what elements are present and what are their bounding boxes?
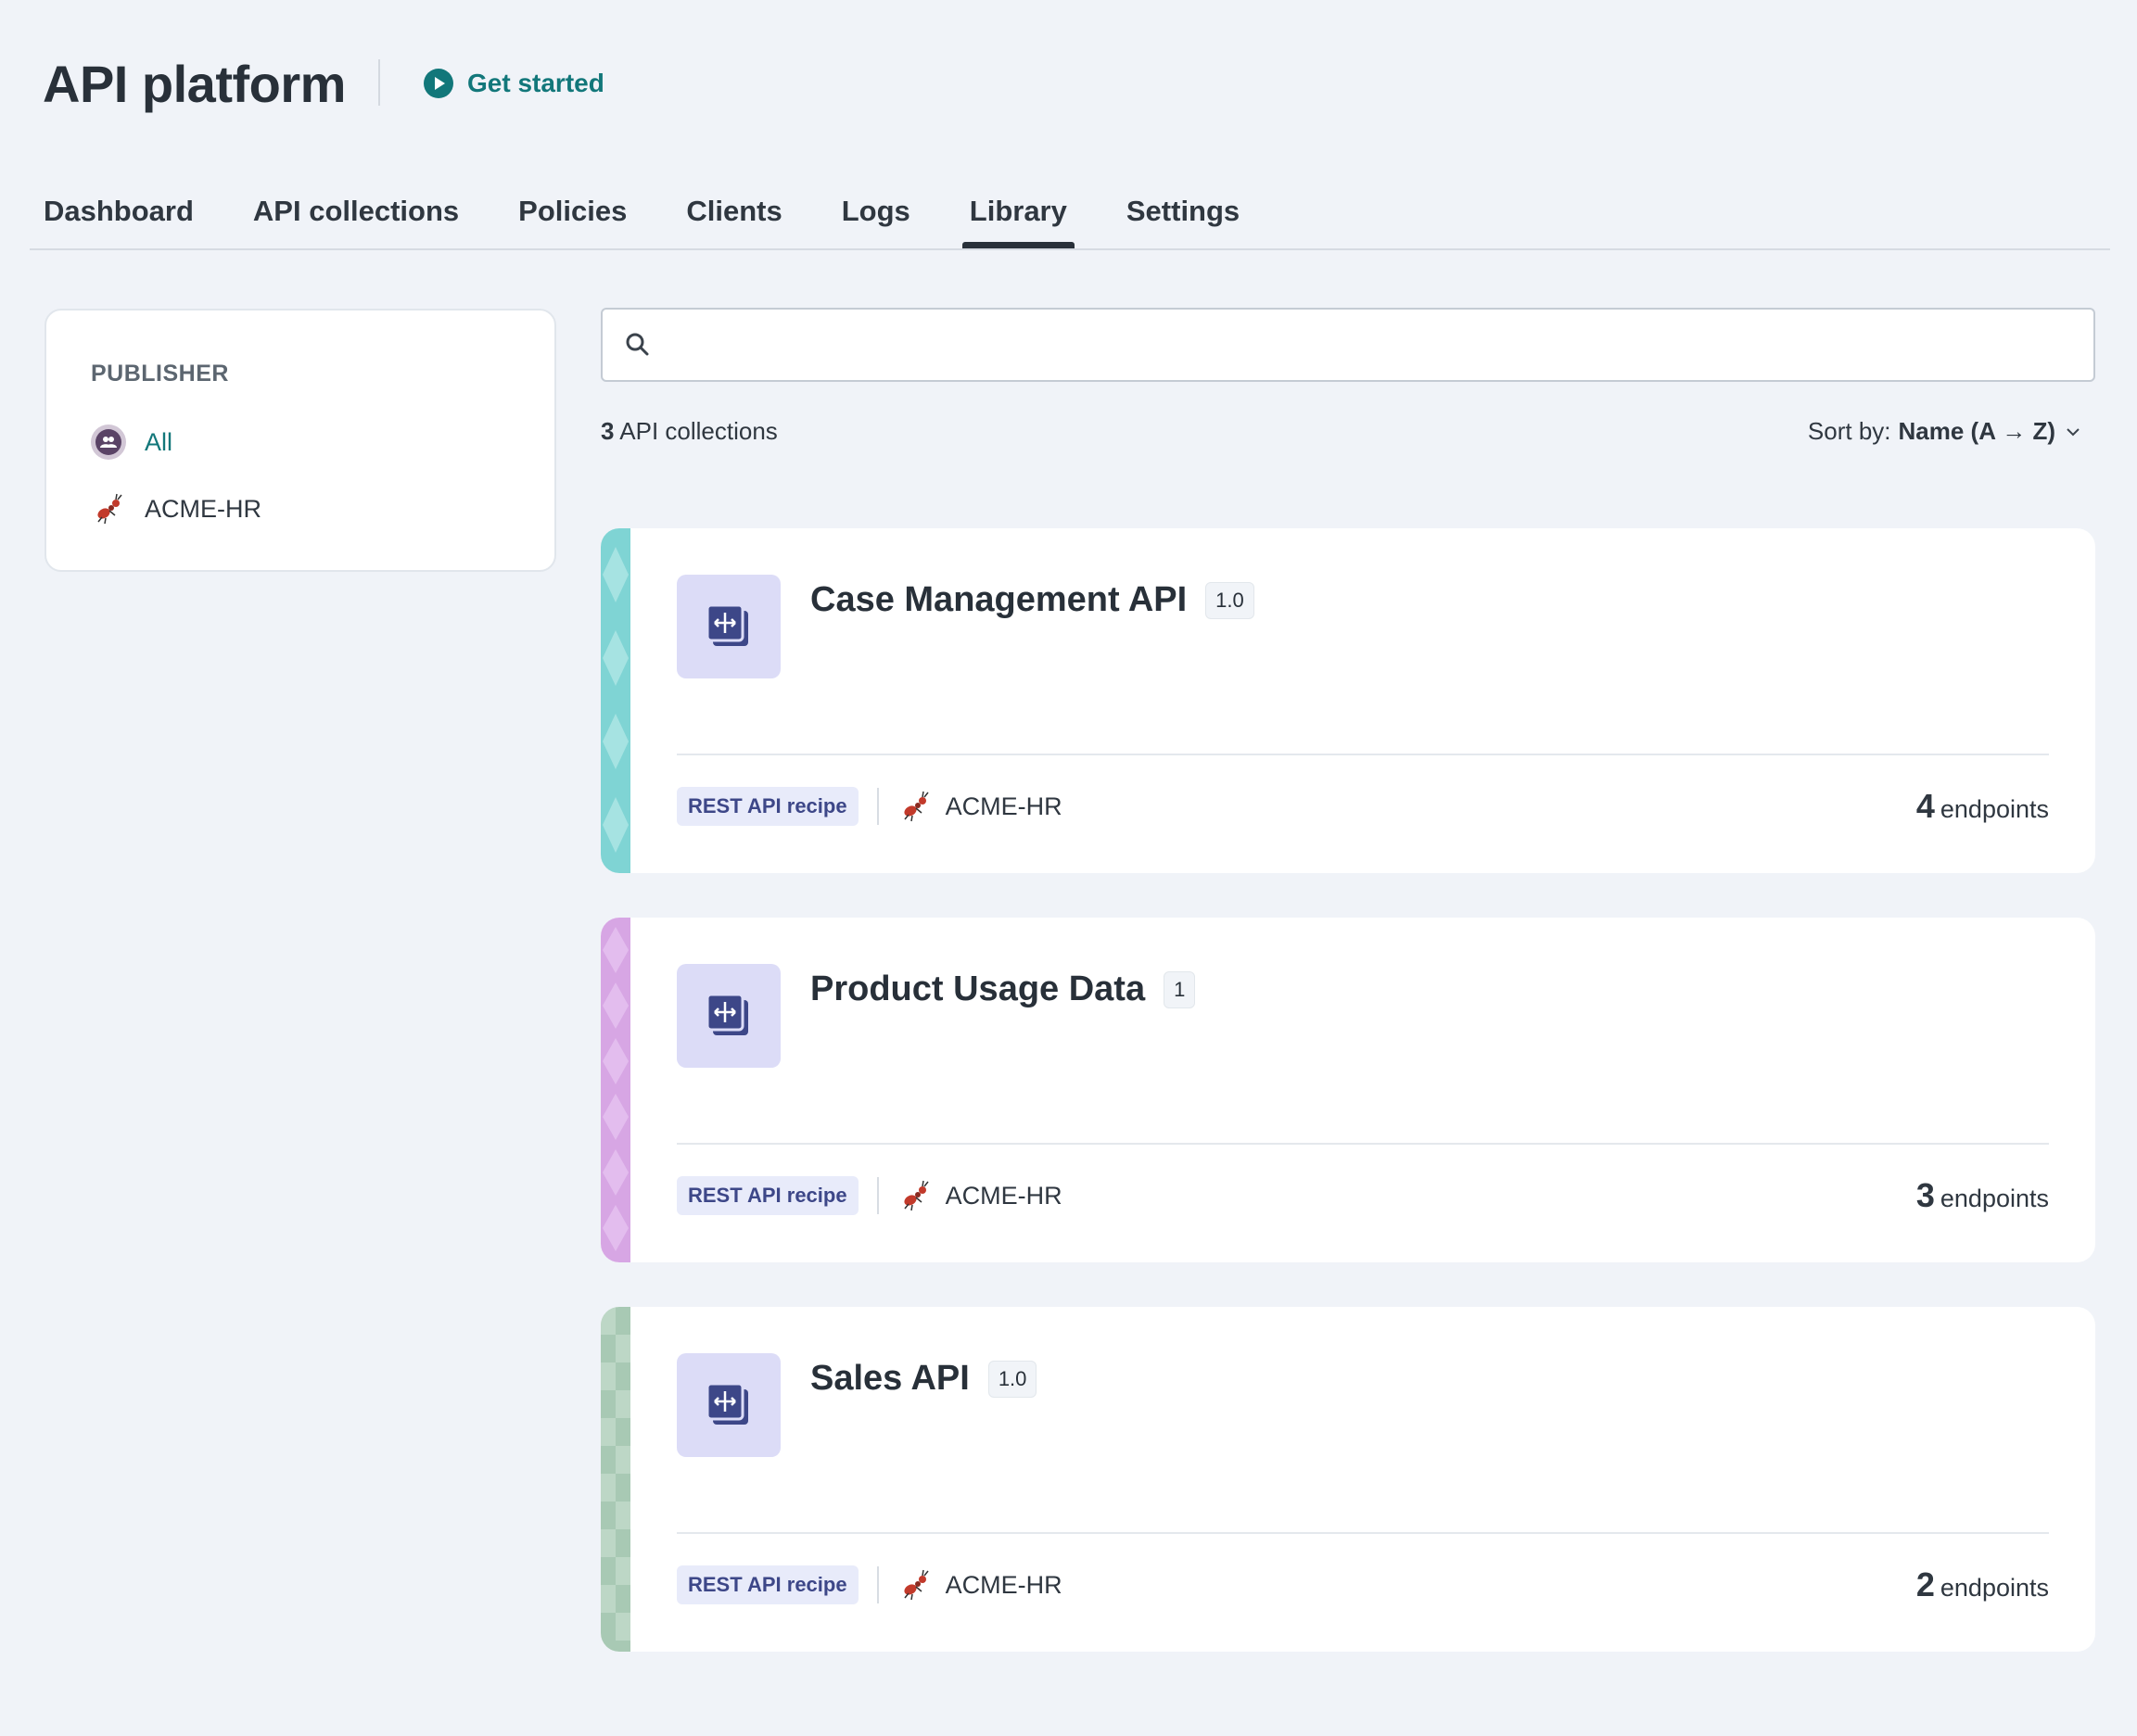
search-icon bbox=[626, 333, 649, 356]
get-started-link[interactable]: Get started bbox=[423, 65, 604, 102]
card-divider bbox=[677, 1532, 2049, 1534]
publisher-filter-panel: PUBLISHER All ACME-HR bbox=[45, 309, 556, 572]
card-title-row: Sales API 1.0 bbox=[810, 1359, 1037, 1399]
endpoints-label: endpoints bbox=[1940, 1574, 2049, 1602]
results-count-label: API collections bbox=[619, 417, 778, 445]
tab-library[interactable]: Library bbox=[961, 185, 1075, 248]
card-divider bbox=[677, 754, 2049, 755]
api-collection-card[interactable]: Case Management API 1.0 REST API recipe … bbox=[601, 528, 2095, 873]
card-publisher: ACME-HR bbox=[897, 1567, 1062, 1603]
card-publisher: ACME-HR bbox=[897, 1178, 1062, 1213]
card-publisher: ACME-HR bbox=[897, 789, 1062, 824]
ant-icon bbox=[97, 493, 122, 525]
version-badge: 1 bbox=[1164, 970, 1196, 1008]
publisher-filter-all[interactable]: All bbox=[91, 424, 172, 461]
publisher-filter-label: All bbox=[145, 427, 173, 456]
endpoints-number: 3 bbox=[1915, 1176, 1935, 1214]
search-input[interactable] bbox=[666, 317, 2093, 373]
endpoints-label: endpoints bbox=[1940, 1185, 2049, 1212]
card-accent-stripe bbox=[601, 918, 630, 1262]
ant-icon bbox=[903, 1180, 929, 1211]
card-publisher-name: ACME-HR bbox=[945, 792, 1062, 820]
page-title: API platform bbox=[43, 55, 346, 113]
play-circle-icon bbox=[424, 69, 453, 98]
api-collection-icon-box bbox=[677, 964, 781, 1068]
get-started-label: Get started bbox=[467, 69, 604, 97]
footer-separator bbox=[876, 1177, 879, 1214]
recipe-type-tag: REST API recipe bbox=[677, 1565, 859, 1604]
endpoints-number: 2 bbox=[1915, 1565, 1935, 1603]
publisher-filter-acme-hr[interactable]: ACME-HR bbox=[91, 490, 261, 527]
card-title-row: Case Management API 1.0 bbox=[810, 580, 1254, 620]
version-badge: 1.0 bbox=[987, 1360, 1037, 1398]
tab-settings[interactable]: Settings bbox=[1126, 185, 1240, 248]
card-title-row: Product Usage Data 1 bbox=[810, 969, 1196, 1009]
card-accent-stripe bbox=[601, 1307, 630, 1652]
tab-clients[interactable]: Clients bbox=[686, 185, 782, 248]
endpoints-count: 2 endpoints bbox=[1916, 1565, 2049, 1604]
endpoints-count: 3 endpoints bbox=[1916, 1176, 2049, 1215]
card-accent-stripe bbox=[601, 528, 630, 873]
api-collection-icon bbox=[706, 603, 748, 646]
card-footer: REST API recipe ACME-HR 4 endpoints bbox=[677, 783, 2049, 830]
sort-dropdown[interactable]: Sort by: Name (A → Z) bbox=[1808, 417, 2083, 446]
chevron-down-icon bbox=[2067, 427, 2080, 436]
endpoints-label: endpoints bbox=[1940, 795, 2049, 823]
api-collection-card[interactable]: Sales API 1.0 REST API recipe ACME-HR 2e… bbox=[601, 1307, 2095, 1652]
publisher-filter-label: ACME-HR bbox=[145, 494, 261, 523]
endpoints-number: 4 bbox=[1915, 787, 1935, 825]
sort-prefix: Sort by: bbox=[1807, 417, 1891, 445]
ant-icon bbox=[903, 1569, 929, 1601]
recipe-type-tag: REST API recipe bbox=[677, 787, 859, 826]
card-title: Product Usage Data bbox=[810, 969, 1146, 1008]
version-badge: 1.0 bbox=[1205, 581, 1254, 619]
footer-separator bbox=[876, 1566, 879, 1603]
card-divider bbox=[677, 1143, 2049, 1145]
footer-separator bbox=[876, 788, 879, 825]
api-collection-icon-box bbox=[677, 575, 781, 678]
results-count: 3 API collections bbox=[601, 417, 778, 446]
results-count-number: 3 bbox=[601, 417, 615, 445]
tab-policies[interactable]: Policies bbox=[518, 185, 627, 248]
card-title: Sales API bbox=[810, 1359, 970, 1398]
endpoints-count: 4 endpoints bbox=[1916, 787, 2049, 826]
header-divider bbox=[378, 59, 380, 106]
api-collection-card[interactable]: Product Usage Data 1 REST API recipe ACM… bbox=[601, 918, 2095, 1262]
card-title: Case Management API bbox=[810, 580, 1188, 619]
sort-value: Name (A → Z) bbox=[1898, 417, 2056, 445]
search-box bbox=[601, 308, 2095, 382]
publisher-heading: PUBLISHER bbox=[91, 361, 229, 386]
tab-dashboard[interactable]: Dashboard bbox=[44, 185, 194, 248]
card-publisher-name: ACME-HR bbox=[945, 1181, 1062, 1210]
people-icon bbox=[91, 424, 126, 460]
card-footer: REST API recipe ACME-HR 2 endpoints bbox=[677, 1562, 2049, 1608]
card-footer: REST API recipe ACME-HR 3 endpoints bbox=[677, 1172, 2049, 1219]
card-publisher-name: ACME-HR bbox=[945, 1570, 1062, 1599]
api-collection-icon bbox=[706, 1382, 748, 1425]
tab-api-collections[interactable]: API collections bbox=[253, 185, 459, 248]
ant-icon bbox=[903, 791, 929, 822]
api-collection-icon-box bbox=[677, 1353, 781, 1457]
main-tabs: Dashboard API collections Policies Clien… bbox=[30, 185, 2110, 250]
tab-logs[interactable]: Logs bbox=[842, 185, 910, 248]
api-collection-icon bbox=[706, 993, 748, 1035]
recipe-type-tag: REST API recipe bbox=[677, 1176, 859, 1215]
